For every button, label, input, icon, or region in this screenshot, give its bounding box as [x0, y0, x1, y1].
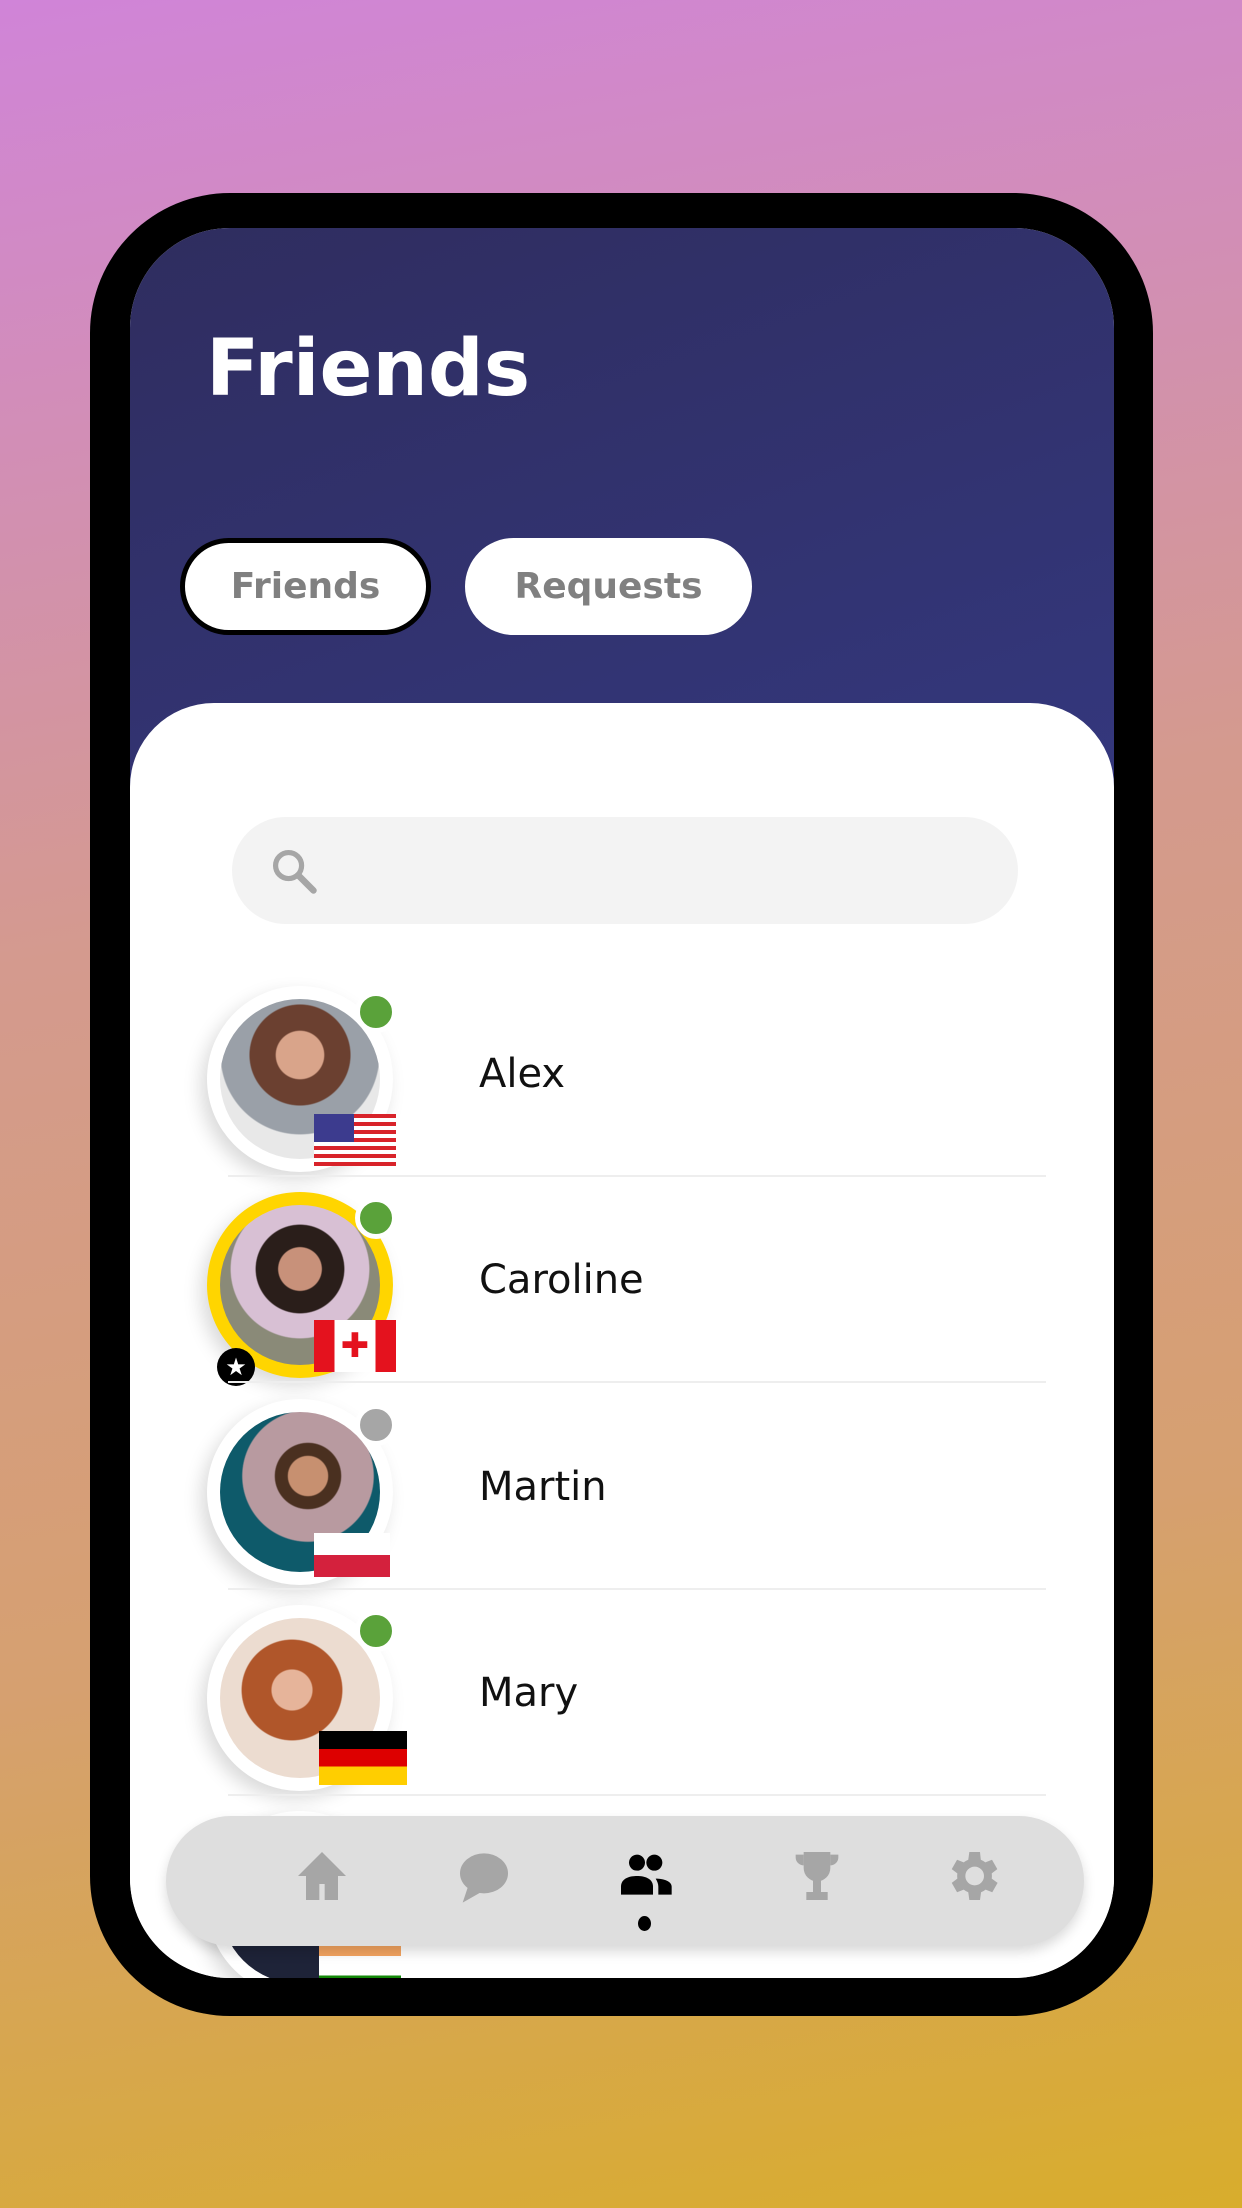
offline-status-dot [355, 1404, 397, 1446]
online-status-dot [355, 1197, 397, 1239]
tab-requests[interactable]: Requests [465, 538, 752, 635]
bottom-nav [166, 1816, 1084, 1946]
avatar [207, 986, 397, 1172]
search-input[interactable] [232, 817, 1018, 924]
list-item[interactable]: Mary [130, 1590, 1114, 1796]
list-item[interactable]: Martin [130, 1384, 1114, 1590]
list-item[interactable]: Alex [130, 971, 1114, 1177]
friends-icon[interactable] [613, 1844, 677, 1908]
friend-name: Caroline [479, 1257, 644, 1303]
tab-friends[interactable]: Friends [180, 538, 431, 635]
list-item[interactable]: ✚ ★ Caroline [130, 1177, 1114, 1386]
us-flag-icon [314, 1114, 396, 1166]
avatar: ✚ ★ [207, 1192, 397, 1386]
online-status-dot [355, 991, 397, 1033]
germany-flag-icon [319, 1731, 407, 1785]
canada-flag-icon: ✚ [314, 1320, 396, 1372]
divider [228, 1381, 1046, 1383]
avatar [207, 1399, 397, 1585]
trophy-icon[interactable] [785, 1844, 849, 1908]
active-indicator-dot [638, 1916, 651, 1931]
search-icon [272, 849, 317, 894]
settings-icon[interactable] [940, 1844, 1004, 1908]
poland-flag-icon [314, 1533, 390, 1577]
avatar [207, 1605, 407, 1791]
chat-icon[interactable] [452, 1844, 516, 1908]
online-status-dot [355, 1610, 397, 1652]
home-icon[interactable] [290, 1844, 354, 1908]
friend-name: Alex [479, 1051, 566, 1097]
app-screen: Friends Friends Requests Alex ✚ ★ Caroli… [130, 228, 1114, 1978]
friend-name: Mary [479, 1670, 579, 1716]
page-title: Friends [206, 324, 531, 414]
friend-name: Martin [479, 1464, 607, 1510]
